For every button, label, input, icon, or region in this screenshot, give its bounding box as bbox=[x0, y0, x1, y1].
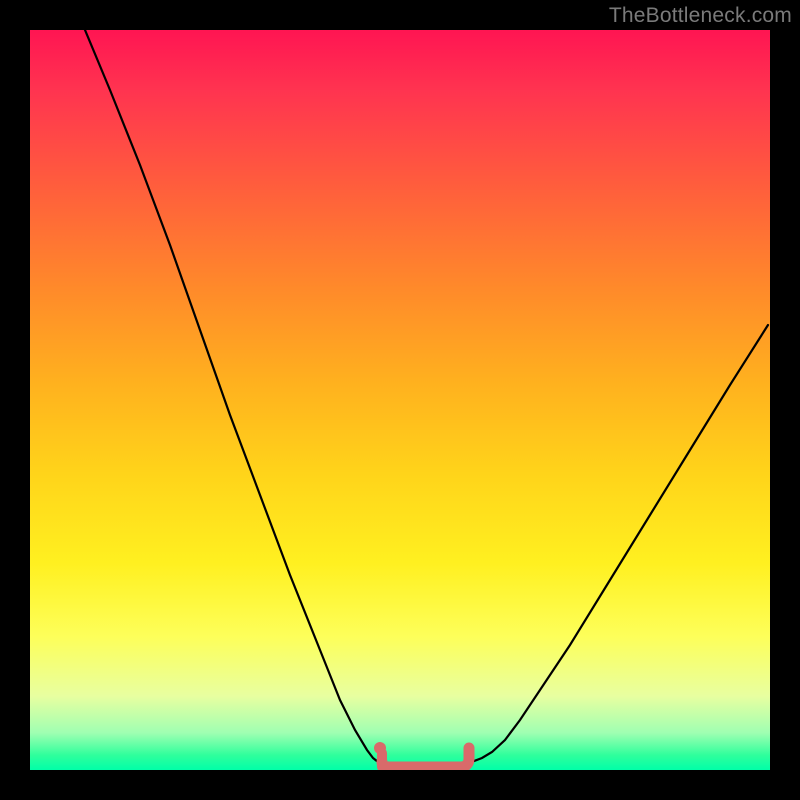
chart-frame: TheBottleneck.com bbox=[0, 0, 800, 800]
valley-highlight-stroke bbox=[382, 748, 469, 767]
right-curve-line bbox=[468, 325, 768, 762]
chart-svg bbox=[30, 30, 770, 770]
chart-plot-area bbox=[30, 30, 770, 770]
valley-left-bump-dot bbox=[374, 742, 386, 754]
left-curve-line bbox=[85, 30, 378, 762]
watermark-text: TheBottleneck.com bbox=[609, 4, 792, 28]
